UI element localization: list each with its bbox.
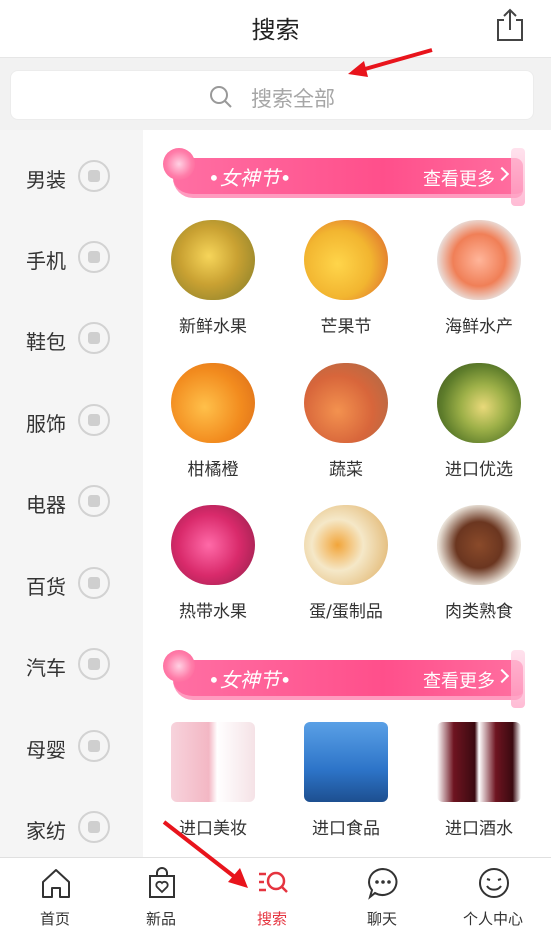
category-item-appliances[interactable]: 电器 — [0, 471, 143, 531]
category-item-baby[interactable]: 母婴 — [0, 716, 143, 776]
egg-image — [304, 505, 388, 585]
shrimp-image — [437, 220, 521, 300]
car-icon — [78, 648, 110, 680]
header-bar: 搜索 — [0, 0, 551, 58]
sweet-potato-image — [304, 363, 388, 443]
category-item-apparel[interactable]: 服饰 — [0, 390, 143, 450]
product-name: 热带水果 — [179, 602, 247, 622]
product-name: 海鲜水产 — [445, 317, 513, 337]
promo-banner[interactable]: •女神节• 查看更多 — [163, 650, 525, 708]
product-mango-festival[interactable]: 芒果节 — [286, 220, 406, 348]
category-content: •女神节• 查看更多 新鲜水果 芒果节 海鲜水产 柑橘橙 蔬菜 进口优选 热带水… — [143, 130, 551, 857]
tab-label: 首页 — [39, 910, 70, 928]
category-item-shoes-bags[interactable]: 鞋包 — [0, 308, 143, 368]
lamp-icon — [78, 811, 110, 843]
flower-icon — [163, 650, 195, 682]
product-name: 新鲜水果 — [179, 317, 247, 337]
category-item-general[interactable]: 百货 — [0, 553, 143, 613]
category-item-phone[interactable]: 手机 — [0, 227, 143, 287]
phone-icon — [78, 241, 110, 273]
tab-chat[interactable]: 聊天 — [327, 858, 437, 932]
mango-image — [304, 220, 388, 300]
umbrella-icon — [78, 567, 110, 599]
product-cooked-meat[interactable]: 肉类熟食 — [419, 505, 539, 633]
avocado-image — [437, 363, 521, 443]
category-sidebar: 男装 手机 鞋包 服饰 电器 百货 汽车 母婴 家纺 — [0, 130, 143, 857]
product-name: 蛋/蛋制品 — [309, 602, 383, 622]
search-input[interactable]: 搜索全部 — [10, 70, 534, 120]
banner-festival-title: •女神节• — [208, 166, 292, 190]
tab-label: 个人中心 — [462, 910, 523, 928]
promo-banner[interactable]: •女神节• 查看更多 — [163, 148, 525, 206]
search-area: 搜索全部 — [0, 58, 551, 130]
annotation-arrow-icon — [162, 820, 248, 888]
product-name: 柑橘橙 — [187, 460, 239, 480]
tie-icon — [78, 160, 110, 192]
tab-label: 聊天 — [366, 910, 397, 928]
annotation-arrow-icon — [348, 48, 433, 77]
banner-decoration — [511, 148, 525, 206]
wine-bottles-image — [437, 722, 521, 802]
product-eggs[interactable]: 蛋/蛋制品 — [286, 505, 406, 633]
cosmetics-image — [171, 722, 255, 802]
product-name: 进口食品 — [312, 819, 380, 839]
tab-label: 新品 — [145, 910, 176, 928]
product-imported-selection[interactable]: 进口优选 — [419, 363, 539, 491]
page-title: 搜索 — [251, 16, 300, 44]
steak-image — [437, 505, 521, 585]
category-label: 汽车 — [26, 656, 66, 680]
product-name: 肉类熟食 — [445, 602, 513, 622]
shoe-icon — [78, 322, 110, 354]
tab-label: 搜索 — [256, 910, 287, 928]
chat-icon — [368, 867, 398, 900]
tab-profile[interactable]: 个人中心 — [438, 858, 548, 932]
banner-festival-title: •女神节• — [208, 668, 292, 692]
product-imported-food[interactable]: 进口食品 — [286, 722, 406, 850]
category-label: 鞋包 — [26, 330, 66, 354]
appliance-icon — [78, 485, 110, 517]
profile-icon — [479, 868, 509, 898]
product-name: 进口优选 — [445, 460, 513, 480]
product-imported-wine[interactable]: 进口酒水 — [419, 722, 539, 850]
milk-powder-image — [304, 722, 388, 802]
category-label: 电器 — [26, 493, 66, 517]
category-label: 男装 — [26, 168, 66, 192]
product-name: 芒果节 — [320, 317, 372, 337]
tab-home[interactable]: 首页 — [0, 858, 110, 932]
flower-icon — [163, 148, 195, 180]
category-item-auto[interactable]: 汽车 — [0, 634, 143, 694]
baby-bottle-icon — [78, 730, 110, 762]
see-more-link[interactable]: 查看更多 — [423, 165, 495, 191]
category-label: 家纺 — [26, 819, 66, 843]
category-item-home-textiles[interactable]: 家纺 — [0, 797, 143, 857]
search-icon — [210, 86, 232, 108]
category-item-menswear[interactable]: 男装 — [0, 146, 143, 206]
share-icon[interactable] — [495, 8, 525, 42]
product-tropical-fruit[interactable]: 热带水果 — [153, 505, 273, 633]
category-label: 服饰 — [26, 412, 66, 436]
category-label: 手机 — [26, 249, 66, 273]
search-tab-icon — [259, 871, 288, 893]
product-seafood[interactable]: 海鲜水产 — [419, 220, 539, 348]
category-label: 母婴 — [26, 738, 66, 762]
home-icon — [42, 869, 70, 898]
durian-image — [171, 220, 255, 300]
product-vegetables[interactable]: 蔬菜 — [286, 363, 406, 491]
orange-image — [171, 363, 255, 443]
banner-decoration — [511, 650, 525, 708]
category-label: 百货 — [26, 575, 66, 599]
dragon-fruit-image — [171, 505, 255, 585]
product-fresh-fruit[interactable]: 新鲜水果 — [153, 220, 273, 348]
bottom-tab-bar: 首页 新品 搜索 聊天 个人中心 — [0, 857, 551, 932]
see-more-link[interactable]: 查看更多 — [423, 667, 495, 693]
product-name: 蔬菜 — [329, 460, 363, 480]
search-placeholder: 搜索全部 — [251, 87, 335, 111]
product-citrus[interactable]: 柑橘橙 — [153, 363, 273, 491]
product-name: 进口酒水 — [445, 819, 513, 839]
shirt-icon — [78, 404, 110, 436]
